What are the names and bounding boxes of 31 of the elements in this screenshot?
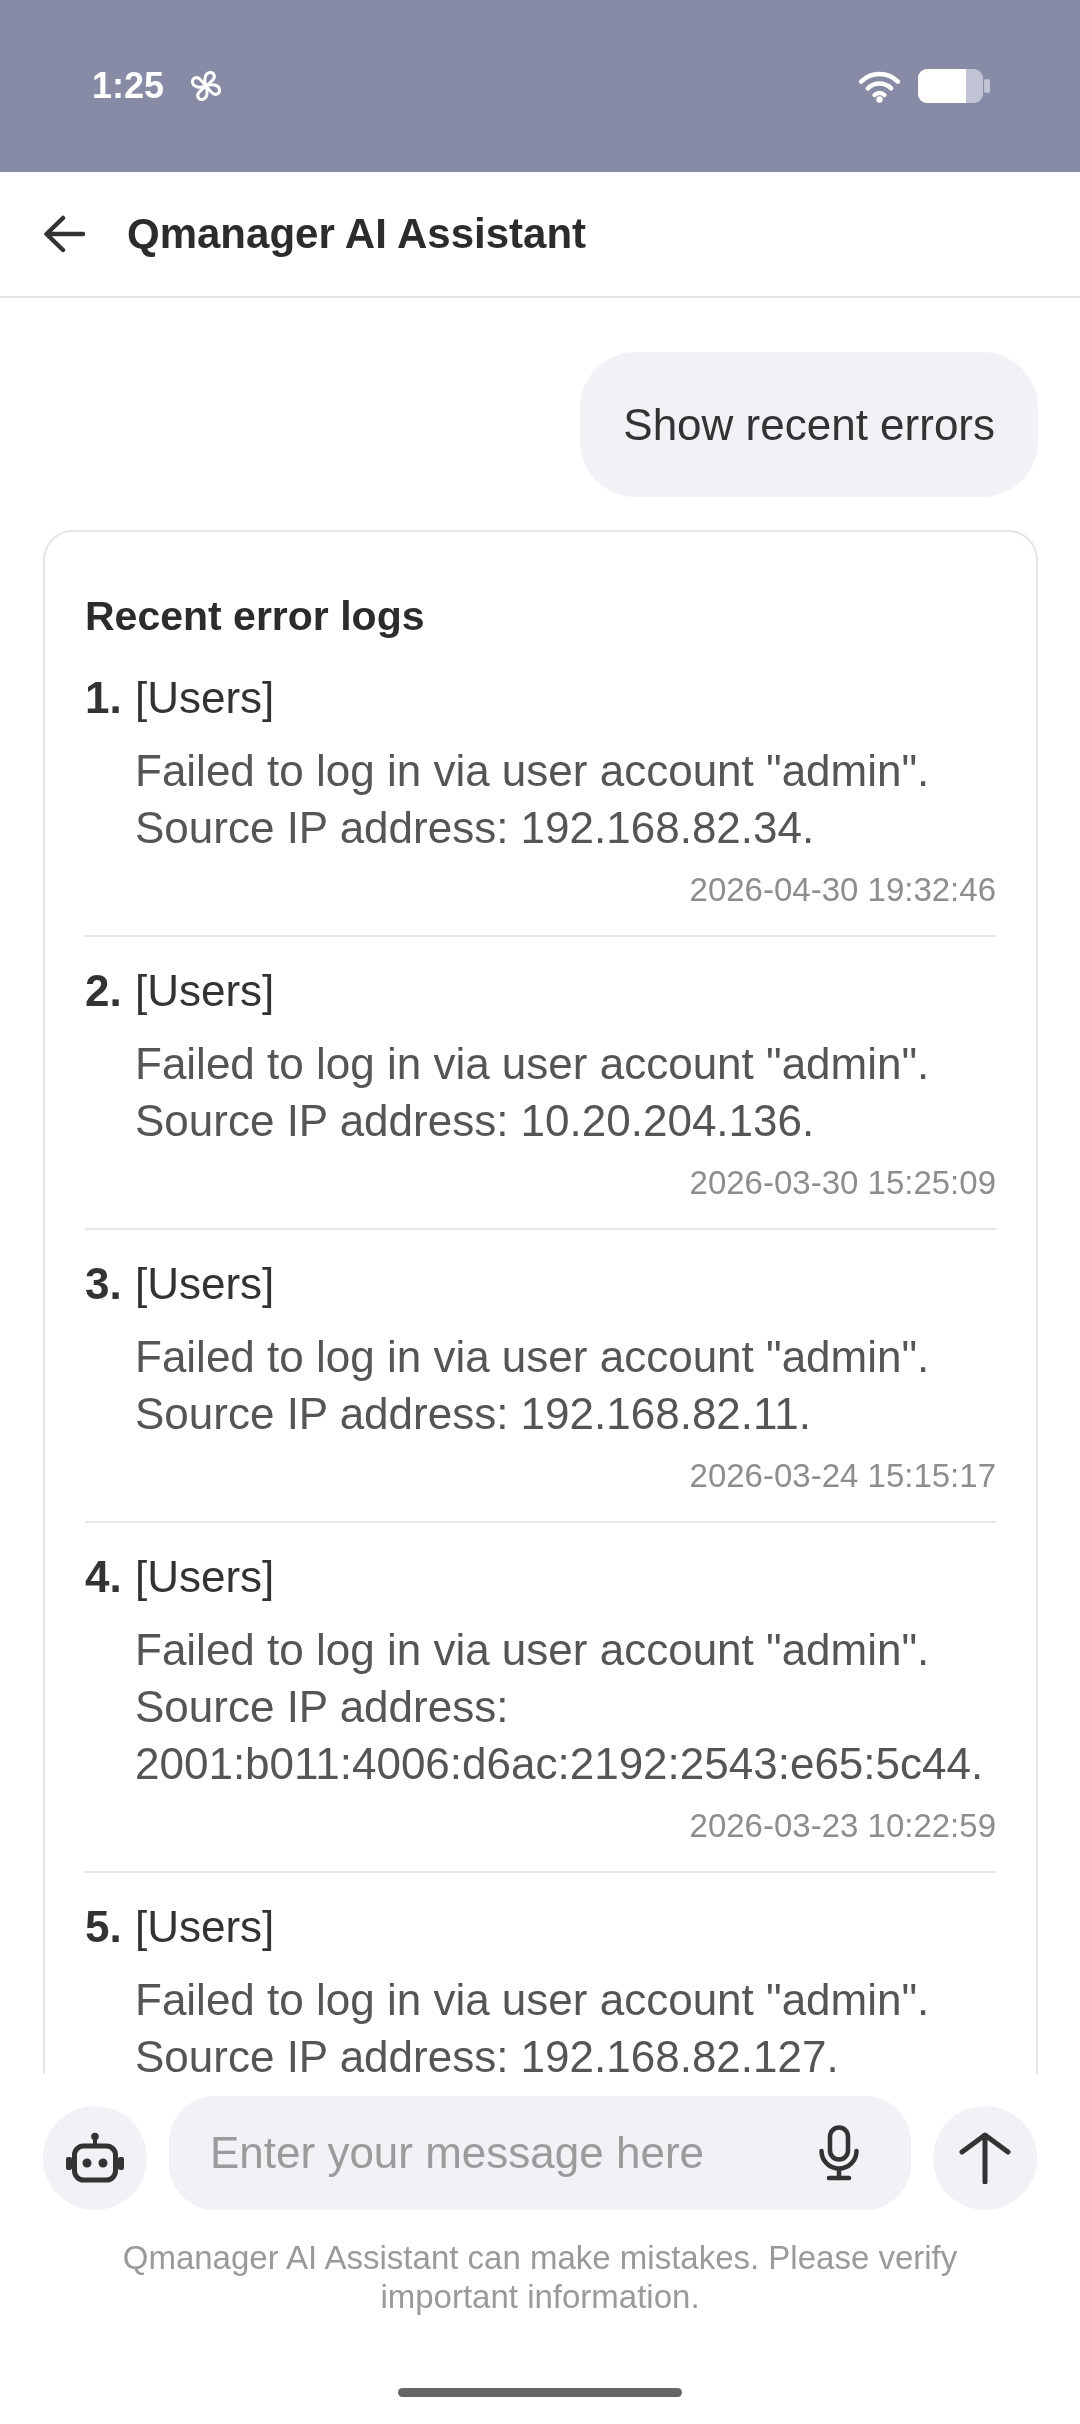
card-title: Recent error logs bbox=[85, 592, 425, 641]
log-category: [Users] bbox=[135, 672, 275, 724]
log-category: [Users] bbox=[135, 1551, 275, 1603]
log-category: [Users] bbox=[135, 1901, 275, 1953]
item-number: 3. bbox=[85, 1258, 123, 1310]
disclaimer-text: Qmanager AI Assistant can make mistakes. Please verify important information. bbox=[121, 2238, 959, 2316]
item-number: 1. bbox=[85, 672, 123, 724]
battery-icon bbox=[918, 69, 990, 103]
arrow-up-icon bbox=[959, 2132, 1011, 2184]
back-arrow-icon[interactable] bbox=[43, 214, 85, 254]
user-message-bubble: Show recent errors bbox=[580, 352, 1038, 497]
message-input[interactable]: Enter your message here bbox=[169, 2096, 911, 2210]
log-message: Failed to log in via user account "admin". Source IP address: 192.168.82.34. bbox=[135, 745, 931, 854]
log-message: Failed to log in via user account "admin". Source IP address: 192.168.82.127. bbox=[135, 1974, 931, 2074]
log-message: Failed to log in via user account "admin". Source IP address: 10.20.204.136. bbox=[135, 1038, 931, 1147]
item-number: 5. bbox=[85, 1901, 123, 1953]
log-category: [Users] bbox=[135, 965, 275, 1017]
item-number: 4. bbox=[85, 1551, 123, 1603]
log-category: [Users] bbox=[135, 1258, 275, 1310]
log-timestamp: 2026-04-30 19:32:46 bbox=[689, 870, 996, 910]
robot-icon bbox=[65, 2132, 125, 2184]
log-message: Failed to log in via user account "admin". Source IP address: 192.168.82.11. bbox=[135, 1331, 931, 1440]
microphone-icon[interactable] bbox=[817, 2125, 861, 2181]
log-message: Failed to log in via user account "admin". Source IP address: 2001:b011:4006:d6ac:2192:2543:e65:5c44. bbox=[135, 1624, 985, 1790]
log-timestamp: 2026-03-23 10:22:59 bbox=[689, 1806, 996, 1846]
wifi-icon bbox=[857, 69, 902, 103]
log-timestamp: 2026-03-30 15:25:09 bbox=[689, 1163, 996, 1203]
screen-title: Qmanager AI Assistant bbox=[127, 209, 587, 259]
log-timestamp: 2026-03-24 15:15:17 bbox=[689, 1456, 996, 1496]
item-number: 2. bbox=[85, 965, 123, 1017]
status-time: 1:25 bbox=[92, 66, 165, 106]
